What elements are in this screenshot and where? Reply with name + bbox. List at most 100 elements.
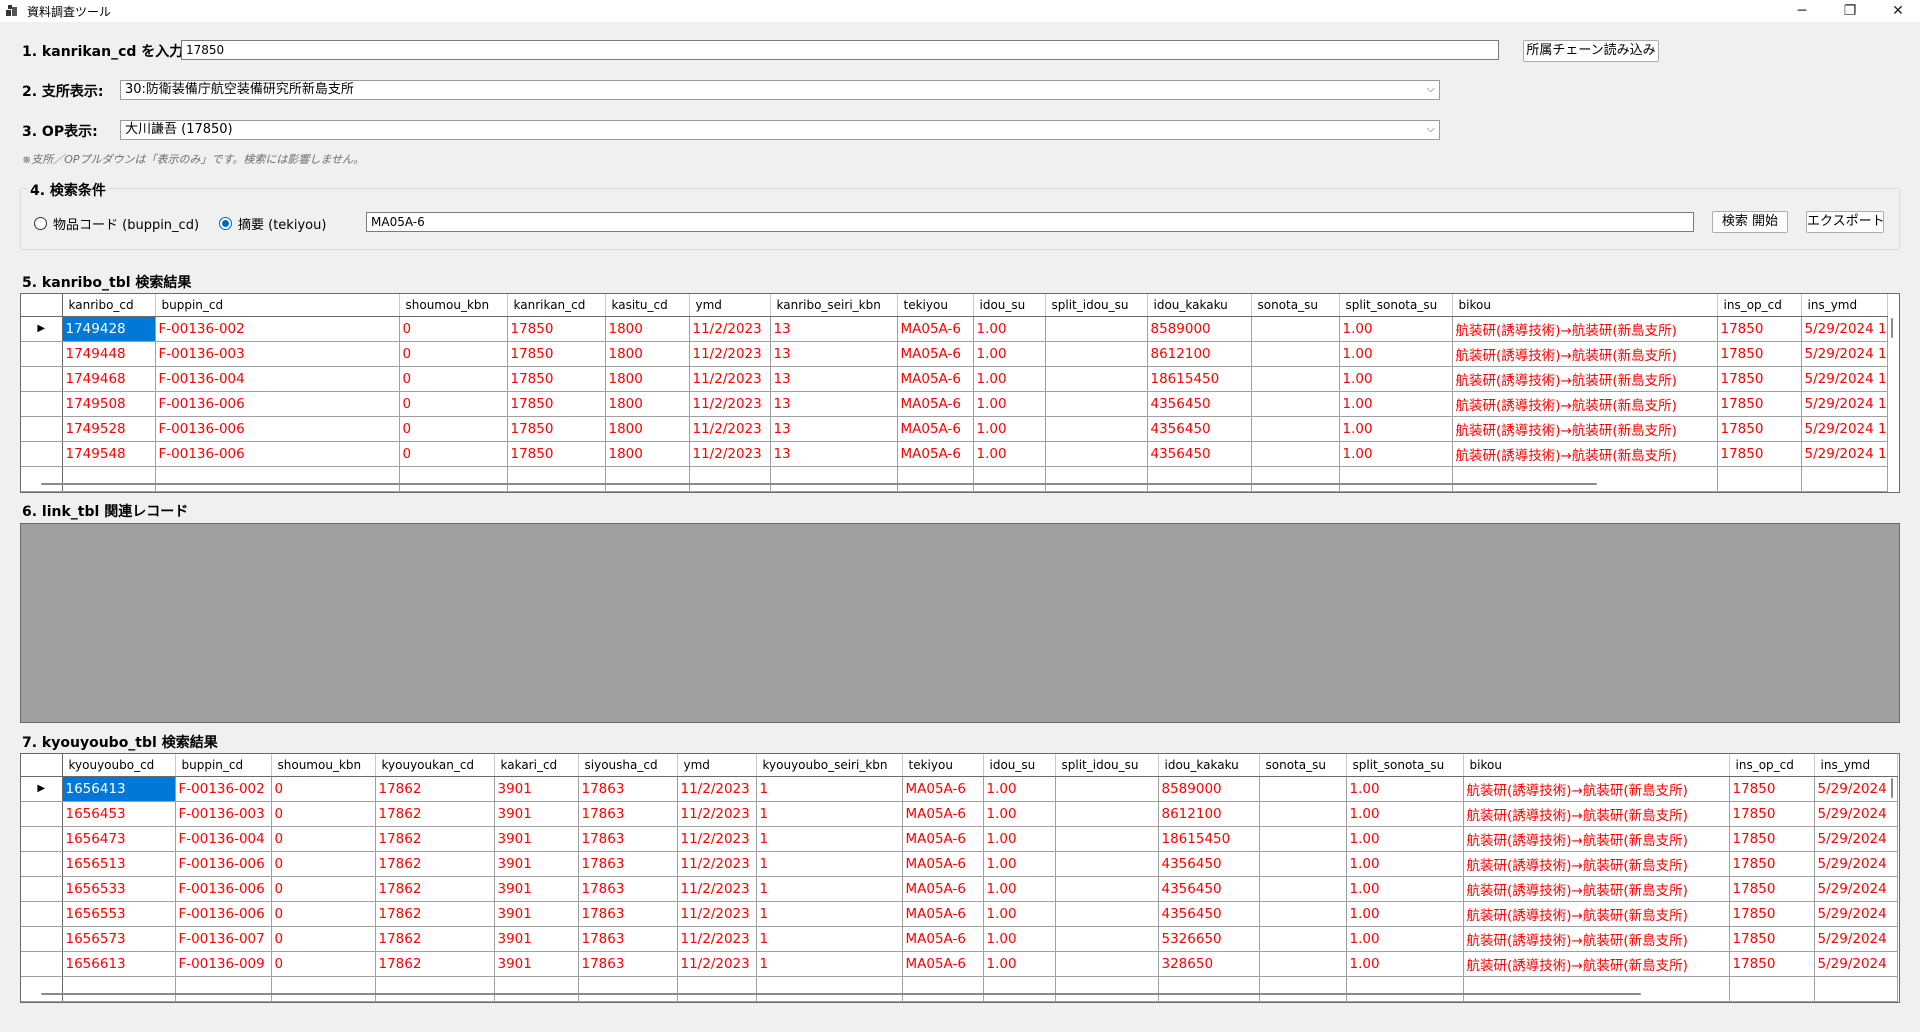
table-cell[interactable] <box>897 466 974 492</box>
table-cell[interactable]: 17850 <box>507 316 606 342</box>
table-cell[interactable]: 1 <box>756 851 903 877</box>
table-cell[interactable]: 3901 <box>494 926 579 952</box>
table-cell[interactable]: 5/29/2024 1 <box>1801 391 1888 417</box>
table-cell[interactable]: 0 <box>399 441 508 467</box>
table-cell[interactable] <box>1251 441 1340 467</box>
table-cell[interactable]: 1.00 <box>1339 316 1453 342</box>
table-cell[interactable]: 1.00 <box>1346 776 1464 802</box>
column-header[interactable]: sonota_su <box>1251 294 1340 317</box>
table-cell[interactable]: F-00136-006 <box>155 391 400 417</box>
table-cell[interactable]: 1656413 <box>62 776 176 802</box>
table-cell[interactable]: 1.00 <box>983 851 1056 877</box>
table-cell[interactable]: 0 <box>271 876 376 902</box>
table-cell[interactable]: F-00136-007 <box>175 926 272 952</box>
table-cell[interactable]: 1 <box>756 901 903 927</box>
row-header-corner[interactable] <box>21 754 63 777</box>
table-cell[interactable]: 1.00 <box>983 801 1056 827</box>
horizontal-scrollbar[interactable] <box>41 993 1641 995</box>
table-cell[interactable] <box>1259 801 1347 827</box>
table-cell[interactable] <box>1045 466 1148 492</box>
table-cell[interactable]: 11/2/2023 <box>677 801 757 827</box>
table-cell[interactable]: 1.00 <box>983 901 1056 927</box>
column-header[interactable]: ins_op_cd <box>1717 294 1802 317</box>
table-cell[interactable]: 1800 <box>605 441 690 467</box>
table-cell[interactable] <box>1259 976 1347 1002</box>
table-cell[interactable]: 5/29/2024 1 <box>1801 416 1888 442</box>
table-cell[interactable]: 11/2/2023 <box>677 926 757 952</box>
table-cell[interactable]: 4356450 <box>1158 876 1260 902</box>
table-cell[interactable]: 1.00 <box>1346 876 1464 902</box>
table-cell[interactable]: 17863 <box>578 776 678 802</box>
table-cell[interactable] <box>1055 901 1159 927</box>
kanrikan-cd-input[interactable]: 17850 <box>181 40 1499 60</box>
table-cell[interactable]: 航装研(誘導技術)→航装研(新島支所) <box>1463 776 1730 802</box>
table-cell[interactable]: 17862 <box>375 926 495 952</box>
table-cell[interactable] <box>1463 976 1730 1002</box>
table-cell[interactable] <box>770 466 898 492</box>
table-cell[interactable]: 1656513 <box>62 851 176 877</box>
column-header[interactable]: ins_op_cd <box>1729 754 1815 777</box>
table-cell[interactable] <box>1045 441 1148 467</box>
table-cell[interactable]: 11/2/2023 <box>689 416 771 442</box>
table-cell[interactable] <box>1251 316 1340 342</box>
table-cell[interactable]: 5/29/2024 1 <box>1801 366 1888 392</box>
load-chain-button[interactable]: 所属チェーン読み込み <box>1523 40 1659 62</box>
table-cell[interactable] <box>756 976 903 1002</box>
table-cell[interactable]: 1 <box>756 826 903 852</box>
column-header[interactable]: ymd <box>689 294 771 317</box>
table-cell[interactable]: 1656533 <box>62 876 176 902</box>
table-cell[interactable]: 航装研(誘導技術)→航装研(新島支所) <box>1452 416 1718 442</box>
table-cell[interactable]: 5/29/2024 <box>1814 951 1898 977</box>
row-header[interactable] <box>21 826 63 852</box>
column-header[interactable]: kakari_cd <box>494 754 579 777</box>
table-cell[interactable]: 0 <box>271 901 376 927</box>
table-cell[interactable]: 1.00 <box>973 316 1046 342</box>
table-cell[interactable]: 17863 <box>578 876 678 902</box>
kyouyoubo-grid[interactable]: kyouyoubo_cd buppin_cd shoumou_kbn kyouyouk… <box>20 753 1900 1003</box>
table-cell[interactable]: 航装研(誘導技術)→航装研(新島支所) <box>1452 441 1718 467</box>
table-cell[interactable]: MA05A-6 <box>897 341 974 367</box>
table-cell[interactable]: 1800 <box>605 366 690 392</box>
table-cell[interactable] <box>578 976 678 1002</box>
table-cell[interactable]: 航装研(誘導技術)→航装研(新島支所) <box>1463 876 1730 902</box>
table-cell[interactable] <box>902 976 984 1002</box>
table-cell[interactable]: 0 <box>271 951 376 977</box>
table-cell[interactable]: 1800 <box>605 341 690 367</box>
column-header[interactable]: buppin_cd <box>175 754 272 777</box>
table-cell[interactable]: 航装研(誘導技術)→航装研(新島支所) <box>1463 801 1730 827</box>
table-cell[interactable]: 0 <box>271 926 376 952</box>
table-cell[interactable]: 5/29/2024 <box>1814 776 1898 802</box>
column-header[interactable]: bikou <box>1452 294 1718 317</box>
table-cell[interactable]: 11/2/2023 <box>677 826 757 852</box>
table-cell[interactable]: 17863 <box>578 901 678 927</box>
table-cell[interactable] <box>62 466 156 492</box>
table-cell[interactable]: 17862 <box>375 876 495 902</box>
minimize-button[interactable]: ─ <box>1780 0 1824 22</box>
column-header[interactable]: idou_kakaku <box>1158 754 1260 777</box>
table-cell[interactable]: 13 <box>770 416 898 442</box>
table-cell[interactable]: MA05A-6 <box>902 951 984 977</box>
table-cell[interactable] <box>1251 366 1340 392</box>
column-header[interactable]: split_sonota_su <box>1346 754 1464 777</box>
row-header[interactable] <box>21 366 63 392</box>
table-cell[interactable] <box>1158 976 1260 1002</box>
table-cell[interactable]: 1.00 <box>1346 901 1464 927</box>
table-cell[interactable]: MA05A-6 <box>902 851 984 877</box>
table-cell[interactable]: 17850 <box>1729 826 1815 852</box>
table-cell[interactable]: 0 <box>399 416 508 442</box>
table-cell[interactable]: 17850 <box>1729 876 1815 902</box>
table-cell[interactable]: 17850 <box>1717 441 1802 467</box>
table-cell[interactable]: F-00136-003 <box>155 341 400 367</box>
table-cell[interactable]: 1.00 <box>973 391 1046 417</box>
table-cell[interactable]: 1.00 <box>1339 366 1453 392</box>
table-cell[interactable]: MA05A-6 <box>902 826 984 852</box>
table-cell[interactable] <box>1045 316 1148 342</box>
table-cell[interactable]: 航装研(誘導技術)→航装研(新島支所) <box>1452 341 1718 367</box>
table-cell[interactable]: 18615450 <box>1158 826 1260 852</box>
vertical-scrollbar[interactable] <box>1891 318 1893 338</box>
table-cell[interactable] <box>175 976 272 1002</box>
table-cell[interactable]: 1800 <box>605 416 690 442</box>
row-header[interactable] <box>21 441 63 467</box>
table-cell[interactable]: 1.00 <box>1346 951 1464 977</box>
table-row[interactable]: 1749548 F-00136-006 0 17850 1800 11/2/2023 13 M… <box>21 441 1888 467</box>
